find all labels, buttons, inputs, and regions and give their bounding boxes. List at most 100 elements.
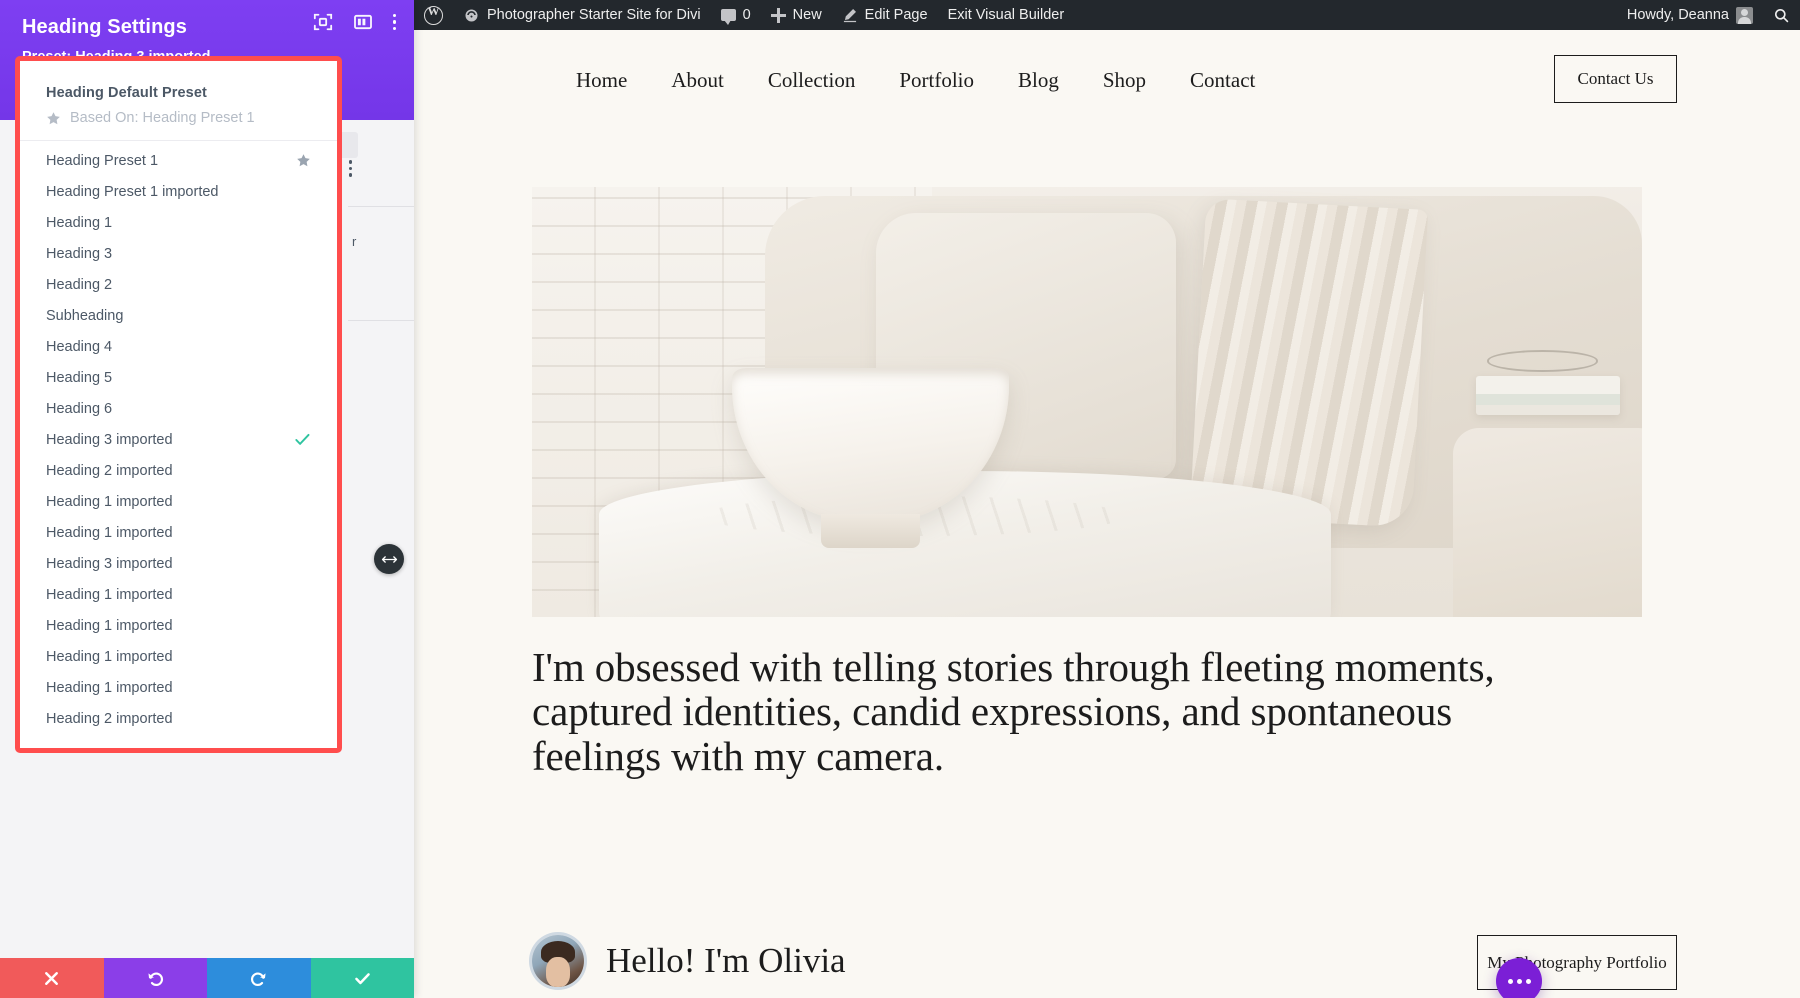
nav-item-about[interactable]: About [649,62,746,99]
adminbar-search-button[interactable] [1763,0,1800,30]
preset-list-item[interactable]: Heading 6 [20,393,337,424]
undo-button[interactable] [104,958,208,998]
preset-list-item[interactable]: Heading 5 [20,362,337,393]
panel-divider [348,320,414,321]
preset-dropdown-highlight: Heading Default Preset Based On: Heading… [15,56,342,753]
preset-dropdown-list: Heading Default Preset Based On: Heading… [20,61,337,748]
cancel-button[interactable] [0,958,104,998]
preset-item-label: Heading 2 [46,277,311,293]
nav-item-portfolio[interactable]: Portfolio [877,62,996,99]
preset-default-section[interactable]: Heading Default Preset Based On: Heading… [20,61,337,141]
preset-default-based-on: Based On: Heading Preset 1 [46,110,311,126]
preset-item-label: Heading 1 imported [46,494,311,510]
star-icon[interactable] [296,153,311,168]
ellipsis-dot [1517,979,1522,984]
wordpress-logo-icon [424,6,443,25]
preset-item-label: Heading 3 [46,246,311,262]
responsive-preview-icon[interactable] [313,12,333,32]
hero-books [1476,376,1620,415]
panel-divider [348,206,414,207]
hero-bowl-base [821,514,921,548]
kebab-dot [393,27,397,31]
ellipsis-dot [1508,979,1513,984]
intro-heading: Hello! I'm Olivia [606,941,846,981]
new-label: New [793,7,822,23]
author-avatar [532,935,584,987]
site-name-menu[interactable]: Photographer Starter Site for Divi [453,0,711,30]
preset-list-item[interactable]: Heading 1 imported [20,579,337,610]
panel-row-kebab-icon[interactable] [349,160,353,177]
hero-stool [1453,428,1642,617]
close-icon [42,969,61,988]
preset-item-label: Heading 2 imported [46,463,311,479]
preset-list-item[interactable]: Heading 2 imported [20,703,337,734]
preset-item-label: Heading 3 imported [46,432,294,448]
layout-columns-icon[interactable] [353,12,373,32]
panel-resize-handle[interactable] [374,544,404,574]
site-name-label: Photographer Starter Site for Divi [487,7,701,23]
preset-list-item[interactable]: Heading 1 imported [20,610,337,641]
preset-item-label: Heading 6 [46,401,311,417]
redo-icon [249,969,268,988]
preset-list-item[interactable]: Heading Preset 1 imported [20,176,337,207]
exit-visual-builder-button[interactable]: Exit Visual Builder [938,0,1075,30]
star-icon [46,111,61,126]
kebab-menu-icon[interactable] [393,14,397,31]
preset-based-on-label: Based On: Heading Preset 1 [70,110,255,126]
nav-item-contact[interactable]: Contact [1168,62,1277,99]
preset-item-label: Subheading [46,308,311,324]
panel-action-bar [0,958,414,998]
search-icon [1773,7,1790,24]
preset-list-item[interactable]: Heading 1 imported [20,641,337,672]
preset-item-label: Heading 5 [46,370,311,386]
wp-logo-button[interactable] [414,0,453,30]
preset-item-label: Heading 2 imported [46,711,311,727]
save-button[interactable] [311,958,415,998]
nav-item-blog[interactable]: Blog [996,62,1081,99]
kebab-dot [349,167,353,171]
dashboard-icon [463,8,480,23]
preset-list-item[interactable]: Subheading [20,300,337,331]
preset-list-item[interactable]: Heading 1 imported [20,672,337,703]
kebab-dot [393,14,397,18]
preset-list-item[interactable]: Heading 3 imported [20,548,337,579]
preset-item-label: Heading 1 imported [46,680,311,696]
ellipsis-dot [1526,979,1531,984]
howdy-account-menu[interactable]: Howdy, Deanna [1617,0,1763,30]
preset-item-label: Heading 1 imported [46,587,311,603]
comments-button[interactable]: 0 [711,0,761,30]
preset-list-item[interactable]: Heading 1 [20,207,337,238]
preset-list-item[interactable]: Heading 3 imported [20,424,337,455]
preset-list-item[interactable]: Heading 2 imported [20,455,337,486]
preset-item-label: Heading 1 imported [46,525,311,541]
hero-table [599,471,1332,617]
edit-page-label: Edit Page [865,7,928,23]
nav-item-collection[interactable]: Collection [746,62,878,99]
preset-item-label: Heading Preset 1 imported [46,184,311,200]
preset-item-label: Heading 3 imported [46,556,311,572]
edit-page-button[interactable]: Edit Page [832,0,938,30]
redo-button[interactable] [207,958,311,998]
preset-list-item[interactable]: Heading 4 [20,331,337,362]
kebab-dot [349,160,353,164]
preset-item-label: Heading 1 imported [46,649,311,665]
check-icon [294,433,311,446]
undo-icon [146,969,165,988]
check-icon [353,969,372,988]
new-content-button[interactable]: New [761,0,832,30]
preset-list-item[interactable]: Heading Preset 1 [20,145,337,176]
preset-items-list: Heading Preset 1 Heading Preset 1 importe… [20,141,337,748]
hero-glasses [1487,350,1598,372]
site-navigation: Home About Collection Portfolio Blog Sho… [414,30,1800,108]
nav-item-home[interactable]: Home [554,62,649,99]
preset-item-label: Heading 1 imported [46,618,311,634]
nav-item-shop[interactable]: Shop [1081,62,1168,99]
contact-us-button[interactable]: Contact Us [1554,55,1677,103]
ellipsis-icon[interactable] [1496,958,1542,998]
preset-default-name: Heading Default Preset [46,85,311,101]
horizontal-arrows-icon [381,553,398,566]
preset-list-item[interactable]: Heading 3 [20,238,337,269]
preset-list-item[interactable]: Heading 1 imported [20,517,337,548]
preset-list-item[interactable]: Heading 1 imported [20,486,337,517]
preset-list-item[interactable]: Heading 2 [20,269,337,300]
